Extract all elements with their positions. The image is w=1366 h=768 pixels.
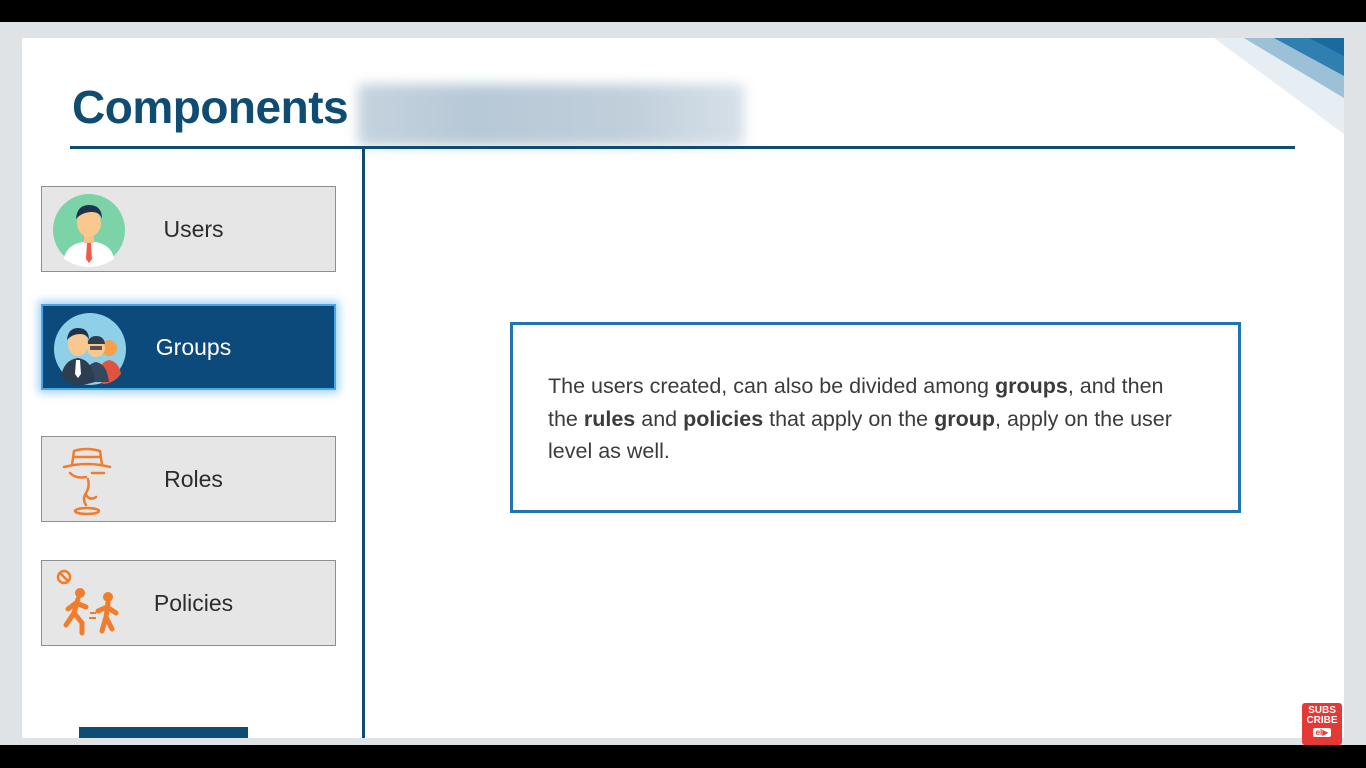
description-keyword: rules — [583, 406, 636, 431]
nav-label-roles: Roles — [164, 465, 223, 492]
sidebar-divider — [362, 149, 365, 738]
slide-title: Components — [72, 81, 349, 133]
presentation-slide: Components Users Groups Roles Policies T… — [22, 38, 1344, 738]
nav-button-policies[interactable]: Policies — [41, 560, 336, 646]
description-segment: that apply on the — [763, 406, 935, 431]
nav-button-groups[interactable]: Groups — [41, 304, 336, 390]
description-keyword: groups — [995, 374, 1068, 398]
user-avatar-icon — [52, 193, 126, 267]
description-segment: The users created, can also be divided a… — [548, 374, 995, 398]
corner-decoration — [1214, 38, 1344, 134]
blurred-subtitle — [358, 84, 744, 146]
nav-label-users: Users — [163, 215, 224, 242]
bottom-tab-decoration — [79, 727, 248, 738]
description-segment: and — [635, 406, 684, 431]
video-top-letterbox — [0, 0, 1366, 22]
nav-label-groups: Groups — [155, 333, 232, 360]
description-keyword: group — [934, 406, 995, 431]
group-avatar-icon — [53, 312, 127, 386]
role-detective-icon — [52, 443, 126, 517]
nav-button-users[interactable]: Users — [41, 186, 336, 272]
subscribe-play-icon: el▶ — [1312, 728, 1332, 737]
nav-label-policies: Policies — [153, 589, 234, 616]
subscribe-text-line2: CRIBE — [1306, 715, 1338, 726]
subscribe-watermark[interactable]: SUBS CRIBE el▶ — [1302, 703, 1342, 745]
video-bottom-letterbox — [0, 745, 1366, 768]
description-keyword: policies — [683, 406, 764, 431]
policy-no-fighting-icon — [52, 567, 126, 641]
title-underline — [70, 146, 1295, 149]
description-box: The users created, can also be divided a… — [510, 322, 1241, 513]
nav-button-roles[interactable]: Roles — [41, 436, 336, 522]
description-text: The users created, can also be divided a… — [548, 370, 1188, 468]
